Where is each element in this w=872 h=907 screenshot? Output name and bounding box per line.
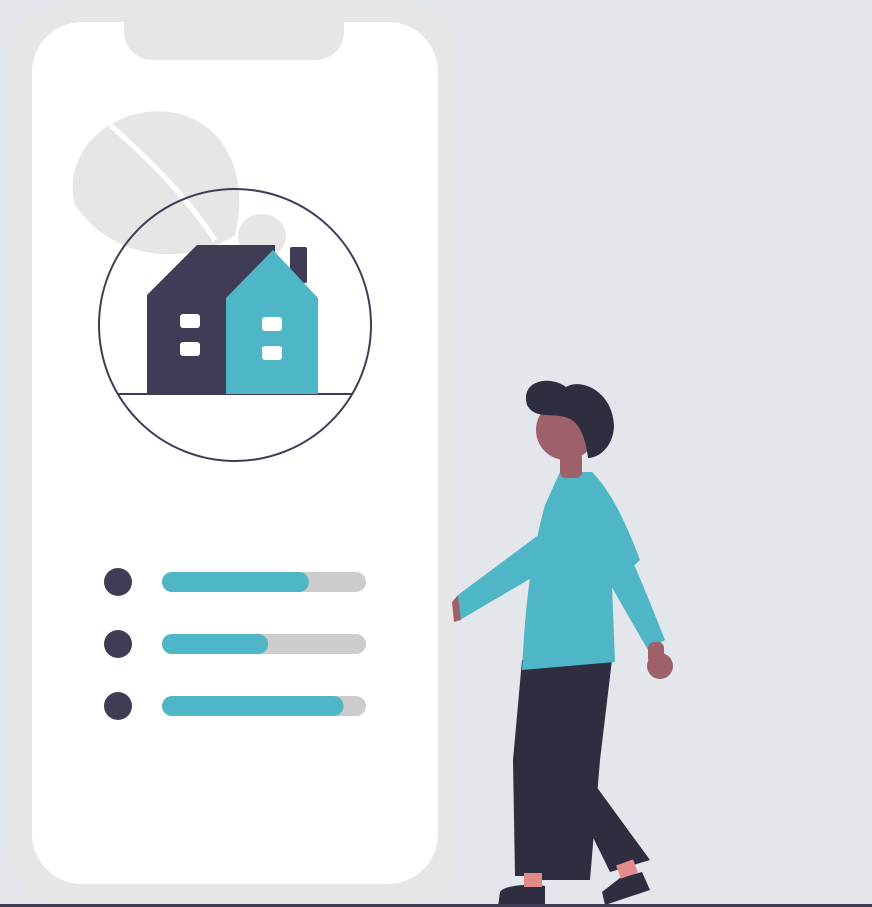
list-bullet: [104, 692, 132, 720]
house-window: [180, 314, 200, 328]
progress-fill: [162, 572, 309, 592]
person-ankle: [524, 873, 542, 887]
list-bullet: [104, 568, 132, 596]
person-wrist: [648, 642, 664, 664]
list-bullet: [104, 630, 132, 658]
house-window: [262, 346, 282, 360]
progress-fill: [162, 696, 344, 716]
phone-notch: [124, 0, 344, 60]
phone-mockup: [10, 0, 460, 907]
house-window: [262, 317, 282, 331]
progress-fill: [162, 634, 269, 654]
illustration-scene: [10, 0, 673, 907]
house-window: [180, 342, 200, 356]
person-illustration: [452, 380, 673, 907]
person-shoe: [602, 872, 650, 905]
